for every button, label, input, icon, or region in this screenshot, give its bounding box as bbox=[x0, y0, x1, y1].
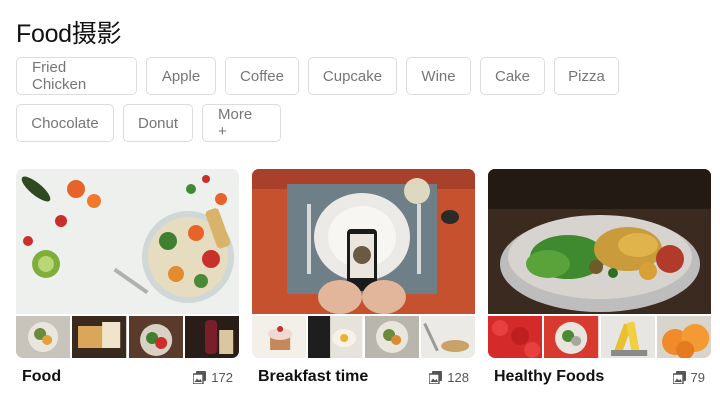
collection-cover-image[interactable] bbox=[488, 169, 711, 314]
photos-icon bbox=[429, 370, 443, 384]
photo-count: 79 bbox=[672, 369, 705, 385]
tag-apple[interactable]: Apple bbox=[146, 57, 216, 95]
collection-title: Healthy Foods bbox=[494, 368, 605, 385]
collection-thumbnail[interactable] bbox=[72, 316, 127, 358]
collection-thumbnail[interactable] bbox=[544, 316, 599, 358]
collection-thumbnail[interactable] bbox=[656, 316, 711, 358]
collection-thumbnail[interactable] bbox=[16, 316, 71, 358]
collection-cover-image[interactable] bbox=[16, 169, 239, 314]
collection-card-food[interactable]: Food 172 bbox=[16, 169, 239, 386]
collection-thumbnail[interactable] bbox=[488, 316, 543, 358]
tag-pizza[interactable]: Pizza bbox=[554, 57, 619, 95]
collection-title: Breakfast time bbox=[258, 368, 369, 385]
collection-card-breakfast-time[interactable]: Breakfast time 128 bbox=[252, 169, 475, 386]
tag-list: Fried Chicken Apple Coffee Cupcake Wine … bbox=[16, 57, 656, 142]
tag-coffee[interactable]: Coffee bbox=[225, 57, 299, 95]
collection-thumbnail[interactable] bbox=[184, 316, 239, 358]
photo-count-value: 79 bbox=[690, 369, 705, 385]
tag-chocolate[interactable]: Chocolate bbox=[16, 104, 114, 142]
page-title: Food摄影 bbox=[16, 20, 122, 48]
collection-thumbnail[interactable] bbox=[252, 316, 307, 358]
collection-thumbnail[interactable] bbox=[364, 316, 419, 358]
collection-thumbnail[interactable] bbox=[600, 316, 655, 358]
collection-title: Food bbox=[22, 368, 62, 385]
tag-wine[interactable]: Wine bbox=[406, 57, 471, 95]
photos-icon bbox=[672, 370, 686, 384]
tag-cake[interactable]: Cake bbox=[480, 57, 545, 95]
photo-count-value: 128 bbox=[447, 369, 469, 385]
collection-grid: Food 172 Breakfast time 128 Healthy Food… bbox=[16, 169, 711, 386]
tag-fried-chicken[interactable]: Fried Chicken bbox=[16, 57, 137, 95]
photo-count: 128 bbox=[429, 370, 469, 385]
collection-card-healthy-foods[interactable]: Healthy Foods 79 bbox=[488, 169, 711, 386]
collection-thumbnail[interactable] bbox=[420, 316, 475, 358]
tag-more-button[interactable]: More + bbox=[202, 104, 281, 142]
photos-icon bbox=[193, 370, 207, 384]
collection-thumbnail[interactable] bbox=[128, 316, 183, 358]
collection-thumbnail[interactable] bbox=[308, 316, 363, 358]
tag-donut[interactable]: Donut bbox=[123, 104, 193, 142]
photo-count: 172 bbox=[193, 370, 233, 385]
tag-cupcake[interactable]: Cupcake bbox=[308, 57, 397, 95]
photo-count-value: 172 bbox=[211, 369, 233, 385]
collection-cover-image[interactable] bbox=[252, 169, 475, 314]
